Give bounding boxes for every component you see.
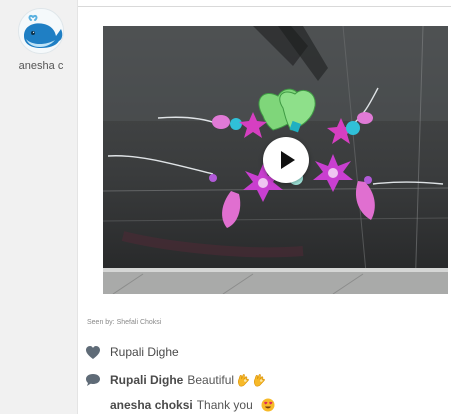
ok-hand-emoji bbox=[237, 373, 250, 387]
top-divider bbox=[78, 6, 451, 7]
author-name[interactable]: anesha c bbox=[8, 60, 74, 72]
play-icon bbox=[281, 151, 295, 169]
reply-text: Thank you bbox=[196, 398, 253, 412]
whale-icon bbox=[19, 9, 63, 53]
comment-row: Rupali Dighe Beautiful bbox=[85, 371, 266, 389]
liker-name[interactable]: Rupali Dighe bbox=[110, 345, 179, 359]
reply-author[interactable]: anesha choksi bbox=[110, 398, 193, 412]
seen-by-label: Seen by: bbox=[87, 319, 115, 326]
seen-by-names[interactable]: Shefali Choksi bbox=[117, 319, 162, 326]
avatar[interactable] bbox=[18, 8, 64, 54]
heart-eyes-emoji bbox=[261, 398, 275, 412]
like-row: Rupali Dighe bbox=[85, 343, 179, 361]
ok-hand-emoji bbox=[253, 373, 266, 387]
seen-by: Seen by: Shefali Choksi bbox=[87, 319, 161, 326]
heart-icon[interactable] bbox=[85, 345, 101, 360]
comment-icon[interactable] bbox=[85, 373, 101, 388]
play-button[interactable] bbox=[263, 137, 309, 183]
video-player[interactable] bbox=[103, 26, 448, 294]
comment-text: Beautiful bbox=[187, 373, 235, 387]
comment-author[interactable]: Rupali Dighe bbox=[110, 373, 183, 387]
reply-row: anesha choksi Thank you bbox=[110, 396, 275, 414]
